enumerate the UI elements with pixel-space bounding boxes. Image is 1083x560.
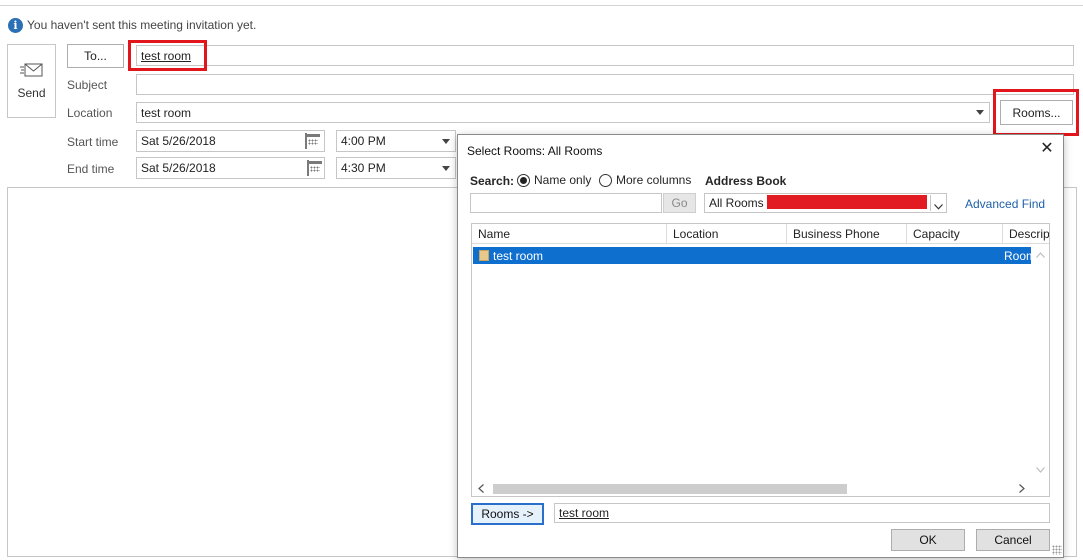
more-columns-label: More columns — [616, 173, 692, 187]
cancel-button[interactable]: Cancel — [976, 529, 1050, 551]
end-time-dropdown-icon[interactable] — [442, 166, 450, 171]
to-button[interactable]: To... — [67, 44, 124, 68]
start-time-label: Start time — [67, 135, 119, 149]
horizontal-scrollbar[interactable] — [473, 481, 1032, 496]
location-dropdown-icon[interactable] — [976, 110, 984, 115]
rooms-selection-field[interactable]: test room — [554, 503, 1050, 523]
end-time-value: 4:30 PM — [341, 161, 386, 175]
select-divider — [930, 195, 931, 211]
close-icon[interactable]: ✕ — [1039, 141, 1055, 157]
column-header-capacity[interactable]: Capacity — [907, 224, 1003, 244]
ok-button-label: OK — [919, 533, 937, 547]
info-bar: i You haven't sent this meeting invitati… — [8, 17, 256, 33]
table-row[interactable]: test room Room — [473, 247, 1036, 264]
name-only-label: Name only — [534, 173, 592, 187]
address-book-value: All Rooms - — [709, 196, 772, 210]
select-rooms-dialog: Select Rooms: All Rooms ✕ Search: Name o… — [457, 134, 1064, 558]
room-name: test room — [493, 249, 544, 263]
send-button[interactable]: Send — [7, 44, 56, 118]
to-button-label: To... — [84, 49, 107, 63]
subject-label: Subject — [67, 78, 108, 92]
go-button-label: Go — [671, 196, 688, 210]
end-date-value: Sat 5/26/2018 — [141, 161, 216, 175]
scroll-up-icon — [1036, 252, 1045, 258]
end-time-label: End time — [67, 162, 115, 176]
rooms-arrow-button-label: Rooms -> — [481, 507, 534, 521]
address-book-label: Address Book — [705, 174, 787, 188]
room-icon — [479, 250, 489, 261]
start-time-field[interactable]: 4:00 PM — [336, 130, 456, 152]
name-only-option[interactable]: Name only — [517, 173, 591, 187]
column-header-name[interactable]: Name — [472, 224, 667, 244]
info-message: You haven't sent this meeting invitation… — [27, 18, 257, 32]
name-only-radio[interactable] — [517, 173, 530, 187]
start-date-value: Sat 5/26/2018 — [141, 134, 216, 148]
search-input[interactable] — [470, 193, 662, 213]
start-time-dropdown-icon[interactable] — [442, 139, 450, 144]
advanced-find-link[interactable]: Advanced Find — [965, 197, 1045, 211]
send-label: Send — [17, 86, 46, 100]
start-calendar-icon[interactable] — [305, 133, 307, 149]
column-header-location[interactable]: Location — [667, 224, 787, 244]
dialog-title: Select Rooms: All Rooms — [467, 144, 603, 158]
rooms-arrow-button[interactable]: Rooms -> — [471, 503, 544, 525]
end-date-field[interactable]: Sat 5/26/2018 — [136, 157, 325, 179]
column-header-description[interactable]: Descrip — [1003, 224, 1049, 244]
ok-button[interactable]: OK — [891, 529, 965, 551]
go-button[interactable]: Go — [663, 193, 696, 213]
location-field[interactable]: test room — [136, 102, 990, 123]
scroll-right-icon — [1019, 484, 1025, 493]
chevron-down-icon[interactable] — [934, 199, 943, 213]
horizontal-scroll-thumb[interactable] — [493, 484, 847, 494]
rooms-list: Name Location Business Phone Capacity De… — [471, 223, 1050, 497]
start-date-field[interactable]: Sat 5/26/2018 — [136, 130, 325, 152]
more-columns-option[interactable]: More columns — [599, 173, 691, 187]
scroll-down-icon — [1036, 467, 1045, 473]
more-columns-radio[interactable] — [599, 173, 612, 187]
to-field[interactable]: test room — [136, 45, 1074, 66]
send-envelope-icon — [19, 62, 44, 78]
info-icon: i — [8, 17, 23, 33]
rooms-highlight-box — [993, 89, 1079, 136]
column-header-business-phone[interactable]: Business Phone — [787, 224, 907, 244]
subject-field[interactable] — [136, 74, 1074, 95]
vertical-scrollbar[interactable] — [1032, 245, 1049, 481]
end-time-field[interactable]: 4:30 PM — [336, 157, 456, 179]
redacted-block — [767, 195, 927, 209]
cancel-button-label: Cancel — [994, 533, 1032, 547]
scroll-left-icon — [478, 484, 484, 493]
start-time-value: 4:00 PM — [341, 134, 386, 148]
location-value: test room — [141, 105, 192, 120]
location-label: Location — [67, 106, 113, 120]
search-label: Search: — [470, 174, 515, 188]
window-top-border — [0, 0, 1083, 6]
rooms-selection-value[interactable]: test room — [559, 506, 609, 520]
to-highlight-box — [128, 40, 207, 71]
resize-grip-icon[interactable] — [1052, 545, 1062, 555]
end-calendar-icon[interactable] — [307, 160, 309, 176]
